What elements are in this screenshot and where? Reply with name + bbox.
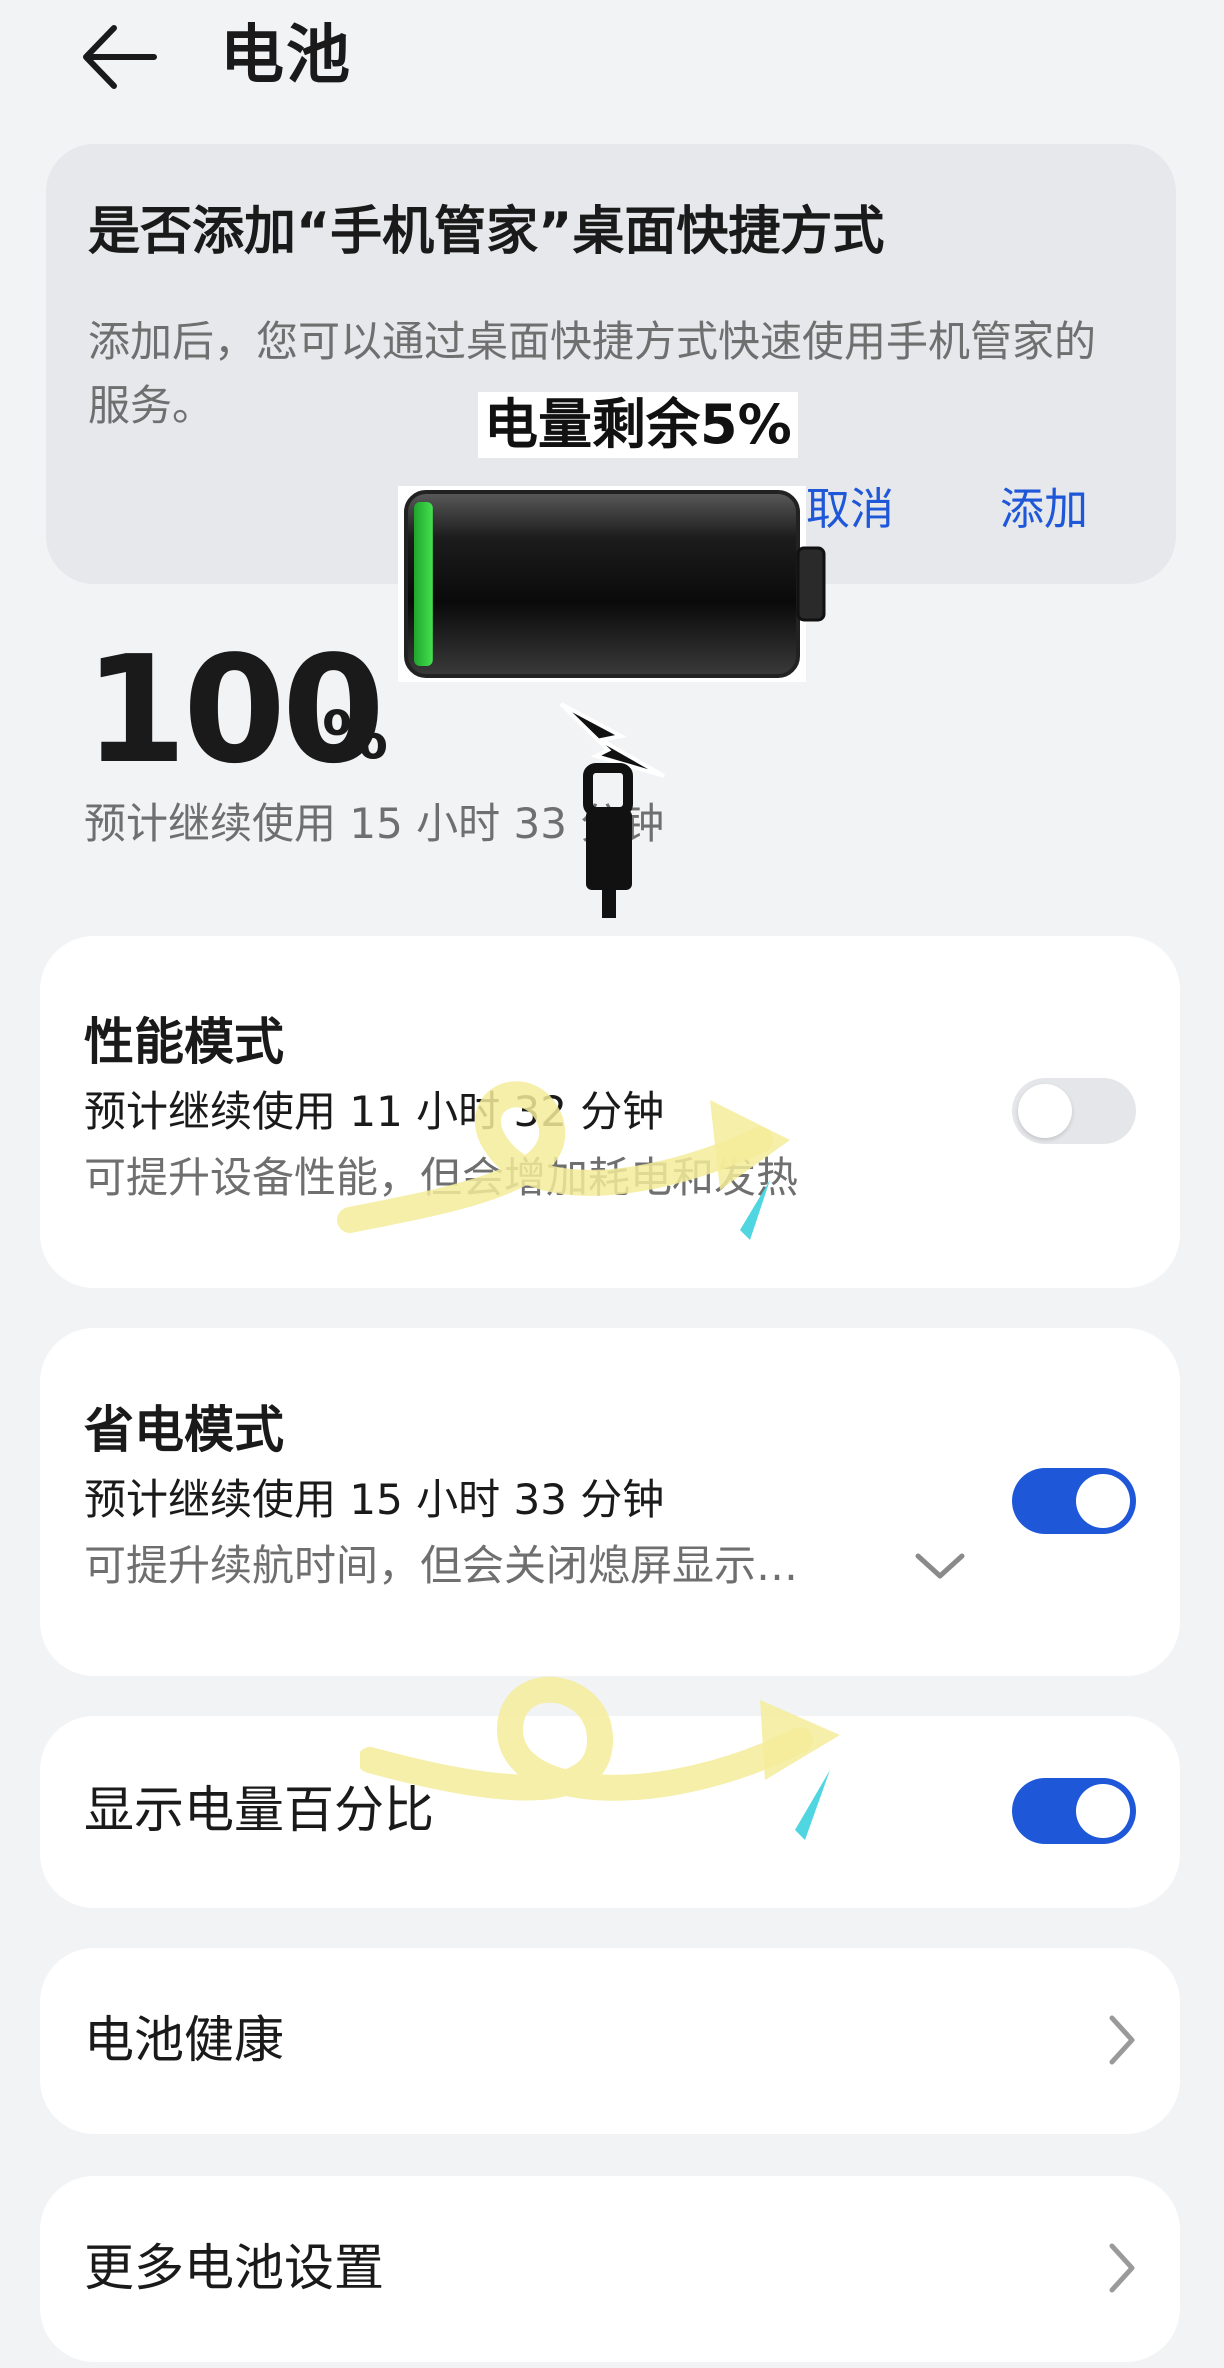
performance-mode-card[interactable]: 性能模式 预计继续使用 11 小时 32 分钟 可提升设备性能，但会增加耗电和发…: [40, 936, 1180, 1288]
page-title: 电池: [220, 19, 352, 93]
add-button[interactable]: 添加: [1000, 480, 1088, 540]
power-saving-mode-title: 省电模式: [84, 1401, 284, 1459]
power-saving-mode-card[interactable]: 省电模式 预计继续使用 15 小时 33 分钟 可提升续航时间，但会关闭熄屏显示…: [40, 1328, 1180, 1676]
performance-mode-toggle[interactable]: [1012, 1078, 1136, 1144]
chevron-down-icon[interactable]: [910, 1546, 970, 1586]
performance-mode-description: 可提升设备性能，但会增加耗电和发热: [84, 1153, 799, 1202]
show-percentage-toggle[interactable]: [1012, 1778, 1136, 1844]
dialog-title: 是否添加“手机管家”桌面快捷方式: [88, 202, 885, 262]
more-battery-settings-title: 更多电池设置: [84, 2239, 384, 2297]
performance-mode-title: 性能模式: [84, 1013, 284, 1071]
back-arrow-icon[interactable]: [76, 12, 166, 102]
more-battery-settings-row[interactable]: 更多电池设置: [40, 2176, 1180, 2362]
overlay-low-battery-text: 电量剩余5%: [478, 392, 798, 458]
power-saving-mode-description: 可提升续航时间，但会关闭熄屏显示…: [84, 1541, 799, 1590]
chevron-right-icon: [1109, 2243, 1135, 2293]
charging-battery-graphic: [398, 486, 826, 918]
power-saving-mode-toggle[interactable]: [1012, 1468, 1136, 1534]
battery-level-fill: [414, 502, 433, 666]
battery-health-title: 电池健康: [84, 2011, 284, 2069]
show-percentage-title: 显示电量百分比: [84, 1781, 434, 1839]
percent-sign: %: [322, 697, 389, 774]
battery-health-row[interactable]: 电池健康: [40, 1948, 1180, 2134]
chevron-right-icon: [1109, 2015, 1135, 2065]
performance-mode-estimate: 预计继续使用 11 小时 32 分钟: [84, 1087, 665, 1136]
power-saving-mode-estimate: 预计继续使用 15 小时 33 分钟: [84, 1475, 665, 1524]
show-percentage-card[interactable]: 显示电量百分比: [40, 1716, 1180, 1908]
